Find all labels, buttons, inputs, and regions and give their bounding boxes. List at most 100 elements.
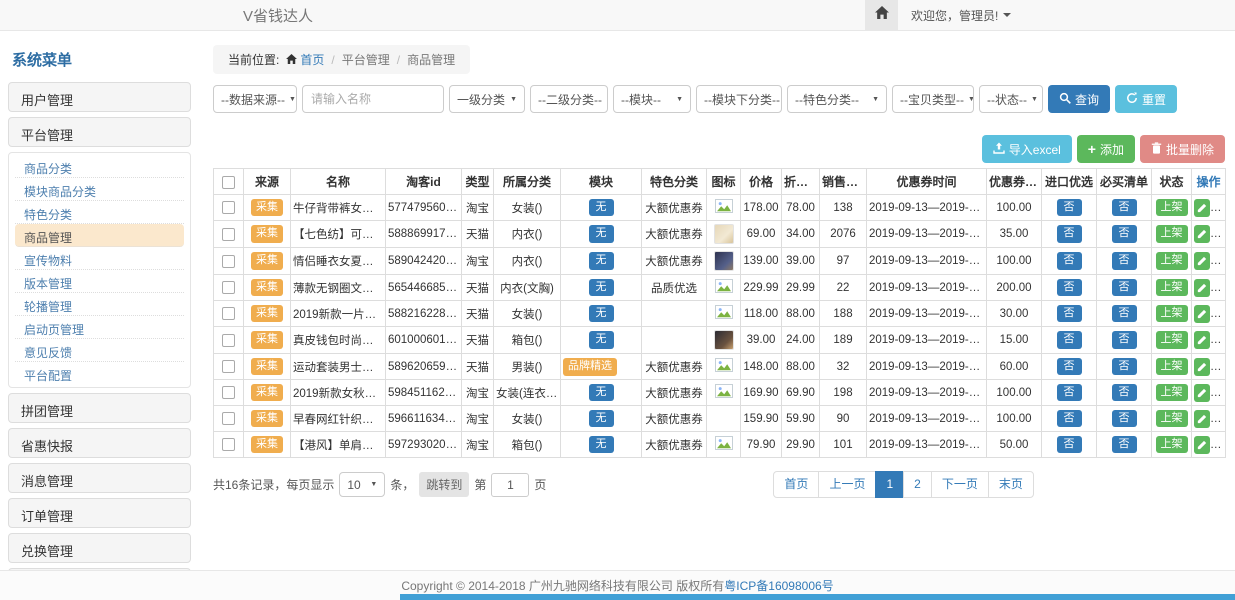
sidebar-item[interactable]: 意见反馈 <box>15 339 184 362</box>
imported-toggle[interactable]: 否 <box>1057 199 1082 216</box>
sidebar-item[interactable]: 商品管理 <box>15 224 184 247</box>
sidebar-item[interactable]: 平台配置 <box>15 362 184 385</box>
row-checkbox[interactable] <box>222 255 235 268</box>
edit-button[interactable] <box>1194 225 1210 243</box>
must-buy-toggle[interactable]: 否 <box>1112 410 1137 427</box>
sidebar-panel[interactable]: 兑换管理 <box>8 533 191 563</box>
status-badge[interactable]: 上架 <box>1156 252 1188 269</box>
breadcrumb-home-link[interactable]: 首页 <box>286 51 324 68</box>
row-checkbox[interactable] <box>222 201 235 214</box>
sidebar-item[interactable]: 特色分类 <box>15 201 184 224</box>
imported-toggle[interactable]: 否 <box>1057 436 1082 453</box>
status-badge[interactable]: 上架 <box>1156 358 1188 375</box>
edit-button[interactable] <box>1194 305 1210 323</box>
edit-button[interactable] <box>1194 199 1210 217</box>
column-header: 优惠券金额 <box>987 169 1042 195</box>
edit-button[interactable] <box>1194 436 1210 454</box>
select-all-checkbox[interactable] <box>222 176 235 189</box>
edit-button[interactable] <box>1194 384 1210 402</box>
must-buy-toggle[interactable]: 否 <box>1112 279 1137 296</box>
pager-button[interactable]: 1 <box>875 471 904 498</box>
sidebar-panel[interactable]: 消息管理 <box>8 463 191 493</box>
row-checkbox[interactable] <box>222 438 235 451</box>
name-filter-input[interactable] <box>302 85 444 113</box>
must-buy-toggle[interactable]: 否 <box>1112 358 1137 375</box>
row-checkbox[interactable] <box>222 360 235 373</box>
imported-toggle[interactable]: 否 <box>1057 384 1082 401</box>
imported-toggle[interactable]: 否 <box>1057 305 1082 322</box>
row-checkbox[interactable] <box>222 386 235 399</box>
sidebar-item[interactable]: 版本管理 <box>15 270 184 293</box>
status-badge[interactable]: 上架 <box>1156 410 1188 427</box>
filter-select[interactable]: 一级分类▼ <box>449 85 525 113</box>
row-checkbox[interactable] <box>222 228 235 241</box>
row-checkbox[interactable] <box>222 334 235 347</box>
source-badge: 采集 <box>251 279 283 296</box>
pager-button[interactable]: 首页 <box>773 471 819 498</box>
batch-delete-button[interactable]: 批量删除 <box>1140 135 1225 163</box>
edit-button[interactable] <box>1194 252 1210 270</box>
cell-feature: 大额优惠券 <box>642 380 707 406</box>
imported-toggle[interactable]: 否 <box>1057 252 1082 269</box>
sidebar-panel[interactable]: 订单管理 <box>8 498 191 528</box>
filter-select[interactable]: --宝贝类型--▼ <box>892 85 974 113</box>
sidebar-panel[interactable]: 拼团管理 <box>8 393 191 423</box>
status-badge[interactable]: 上架 <box>1156 331 1188 348</box>
edit-button[interactable] <box>1194 279 1210 297</box>
row-checkbox[interactable] <box>222 307 235 320</box>
filter-select[interactable]: --特色分类--▼ <box>787 85 887 113</box>
home-button[interactable] <box>865 0 898 30</box>
filter-select[interactable]: --模块--▼ <box>613 85 691 113</box>
imported-toggle[interactable]: 否 <box>1057 225 1082 242</box>
must-buy-toggle[interactable]: 否 <box>1112 436 1137 453</box>
sidebar-panel[interactable]: 用户管理 <box>8 82 191 112</box>
must-buy-toggle[interactable]: 否 <box>1112 331 1137 348</box>
edit-button[interactable] <box>1194 331 1210 349</box>
filter-select[interactable]: --二级分类--▼ <box>530 85 608 113</box>
import-excel-button[interactable]: 导入excel <box>982 135 1072 163</box>
status-badge[interactable]: 上架 <box>1156 279 1188 296</box>
must-buy-toggle[interactable]: 否 <box>1112 225 1137 242</box>
status-badge[interactable]: 上架 <box>1156 305 1188 322</box>
status-badge[interactable]: 上架 <box>1156 436 1188 453</box>
edit-button[interactable] <box>1194 358 1210 376</box>
sidebar-item[interactable]: 启动页管理 <box>15 316 184 339</box>
status-badge[interactable]: 上架 <box>1156 225 1188 242</box>
query-button[interactable]: 查询 <box>1048 85 1110 113</box>
sidebar-item[interactable]: 模块商品分类 <box>15 178 184 201</box>
pager-button[interactable]: 末页 <box>988 471 1034 498</box>
filter-select-source[interactable]: --数据来源--▼ <box>213 85 297 113</box>
jump-page-input[interactable] <box>491 473 529 497</box>
imported-toggle[interactable]: 否 <box>1057 410 1082 427</box>
status-badge[interactable]: 上架 <box>1156 384 1188 401</box>
must-buy-toggle[interactable]: 否 <box>1112 305 1137 322</box>
must-buy-toggle[interactable]: 否 <box>1112 199 1137 216</box>
imported-toggle[interactable]: 否 <box>1057 279 1082 296</box>
status-badge[interactable]: 上架 <box>1156 199 1188 216</box>
filter-select[interactable]: --模块下分类--▼ <box>696 85 782 113</box>
jump-button[interactable]: 跳转到 <box>419 472 469 497</box>
imported-toggle[interactable]: 否 <box>1057 358 1082 375</box>
add-button[interactable]: + 添加 <box>1077 135 1135 163</box>
row-checkbox[interactable] <box>222 281 235 294</box>
edit-button[interactable] <box>1194 410 1210 428</box>
user-menu[interactable]: 欢迎您，管理员! <box>898 0 1011 30</box>
source-badge: 采集 <box>251 436 283 453</box>
row-checkbox[interactable] <box>222 412 235 425</box>
filter-select[interactable]: --状态--▼ <box>979 85 1043 113</box>
sidebar-item[interactable]: 宣传物料 <box>15 247 184 270</box>
sidebar-panel[interactable]: 平台管理 <box>8 117 191 147</box>
reset-button[interactable]: 重置 <box>1115 85 1177 113</box>
pager-button[interactable]: 上一页 <box>818 471 876 498</box>
must-buy-toggle[interactable]: 否 <box>1112 252 1137 269</box>
page-size-select[interactable]: 10 ▼ <box>339 472 385 497</box>
sidebar-item[interactable]: 轮播管理 <box>15 293 184 316</box>
imported-toggle[interactable]: 否 <box>1057 331 1082 348</box>
sidebar-panel[interactable]: 省惠快报 <box>8 428 191 458</box>
icp-link[interactable]: 粤ICP备16098006号 <box>724 577 833 594</box>
cell-imported: 否 <box>1042 354 1097 380</box>
sidebar-item[interactable]: 商品分类 <box>15 155 184 178</box>
pager-button[interactable]: 下一页 <box>931 471 989 498</box>
must-buy-toggle[interactable]: 否 <box>1112 384 1137 401</box>
pager-button[interactable]: 2 <box>903 471 932 498</box>
